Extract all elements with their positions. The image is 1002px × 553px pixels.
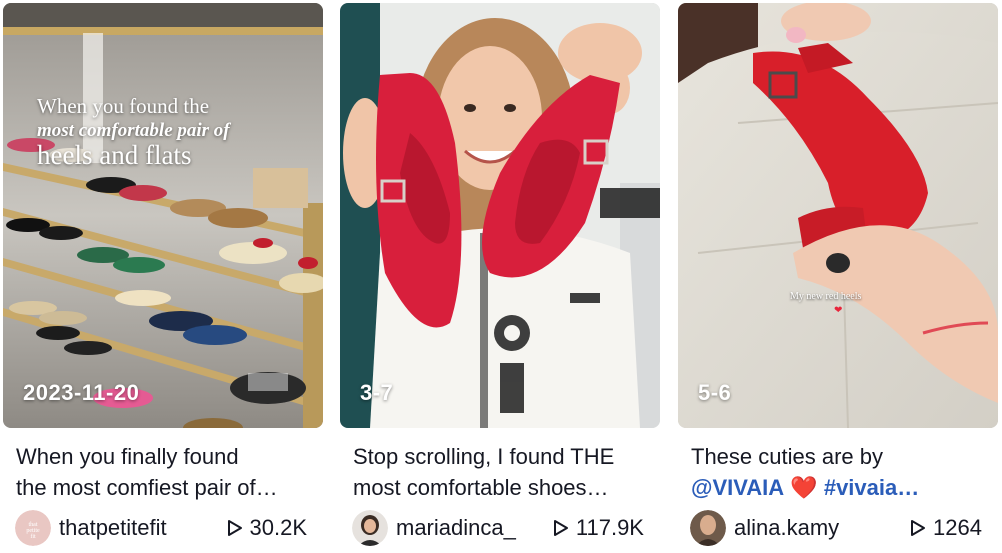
play-icon bbox=[553, 520, 568, 536]
video-description[interactable]: When you finally found the most comfiest… bbox=[16, 441, 316, 503]
overlay-line: When you found the bbox=[37, 94, 210, 118]
play-icon bbox=[911, 520, 926, 536]
description-line: These cuties are by bbox=[691, 444, 883, 469]
avatar[interactable]: that petite fit bbox=[15, 510, 51, 546]
red-slingback-heel-image bbox=[678, 3, 998, 428]
heart-icon: ❤ bbox=[834, 305, 843, 316]
view-count-value: 117.9K bbox=[575, 515, 644, 540]
video-description[interactable]: Stop scrolling, I found THE most comfort… bbox=[353, 441, 653, 503]
video-card[interactable]: My new red heels ❤ 5-6 These cuties are … bbox=[678, 3, 998, 551]
view-count-value: 1264 bbox=[933, 515, 982, 540]
hashtag-link[interactable]: #vivaia… bbox=[824, 475, 919, 500]
video-meta: alina.kamy 1264 bbox=[690, 510, 990, 546]
description-line: most comfortable shoes… bbox=[353, 475, 609, 500]
username[interactable]: alina.kamy bbox=[734, 515, 839, 541]
video-card[interactable]: When you found the most comfortable pair… bbox=[3, 3, 323, 551]
overlay-caption: My new red heels bbox=[790, 291, 862, 302]
view-count: 117.9K bbox=[553, 515, 644, 541]
mention-link[interactable]: @VIVAIA bbox=[691, 475, 784, 500]
description-line: When you finally found bbox=[16, 444, 239, 469]
username[interactable]: thatpetitefit bbox=[59, 515, 167, 541]
view-count: 30.2K bbox=[227, 515, 308, 541]
description-line: the most comfiest pair of… bbox=[16, 475, 278, 500]
view-count-value: 30.2K bbox=[249, 515, 308, 540]
description-line: @VIVAIA ❤️ #vivaia… bbox=[691, 472, 991, 503]
username[interactable]: mariadinca_ bbox=[396, 515, 516, 541]
video-grid: When you found the most comfortable pair… bbox=[0, 0, 1002, 553]
avatar[interactable] bbox=[690, 510, 726, 546]
shoe-shelf-image bbox=[3, 3, 323, 428]
svg-text:fit: fit bbox=[30, 533, 36, 540]
video-meta: that petite fit thatpetitefit 30.2K bbox=[15, 510, 315, 546]
video-meta: mariadinca_ 117.9K bbox=[352, 510, 652, 546]
play-icon bbox=[227, 520, 242, 536]
video-thumbnail[interactable]: 3-7 bbox=[340, 3, 660, 428]
video-description[interactable]: These cuties are by @VIVAIA ❤️ #vivaia… bbox=[691, 441, 991, 503]
date-badge: 3-7 bbox=[360, 380, 394, 405]
woman-holding-red-flats-image bbox=[340, 3, 660, 428]
overlay-line: heels and flats bbox=[37, 140, 192, 170]
video-thumbnail[interactable]: When you found the most comfortable pair… bbox=[3, 3, 323, 428]
video-thumbnail[interactable]: My new red heels ❤ 5-6 bbox=[678, 3, 998, 428]
avatar[interactable] bbox=[352, 510, 388, 546]
overlay-line: most comfortable pair of bbox=[37, 120, 230, 141]
video-card[interactable]: 3-7 Stop scrolling, I found THE most com… bbox=[340, 3, 660, 551]
video-overlay-title: When you found the most comfortable pair… bbox=[37, 96, 230, 169]
date-badge: 2023-11-20 bbox=[23, 380, 140, 405]
view-count: 1264 bbox=[911, 515, 982, 541]
date-badge: 5-6 bbox=[698, 380, 732, 405]
heart-emoji-icon: ❤️ bbox=[790, 475, 818, 500]
description-line: Stop scrolling, I found THE bbox=[353, 444, 615, 469]
